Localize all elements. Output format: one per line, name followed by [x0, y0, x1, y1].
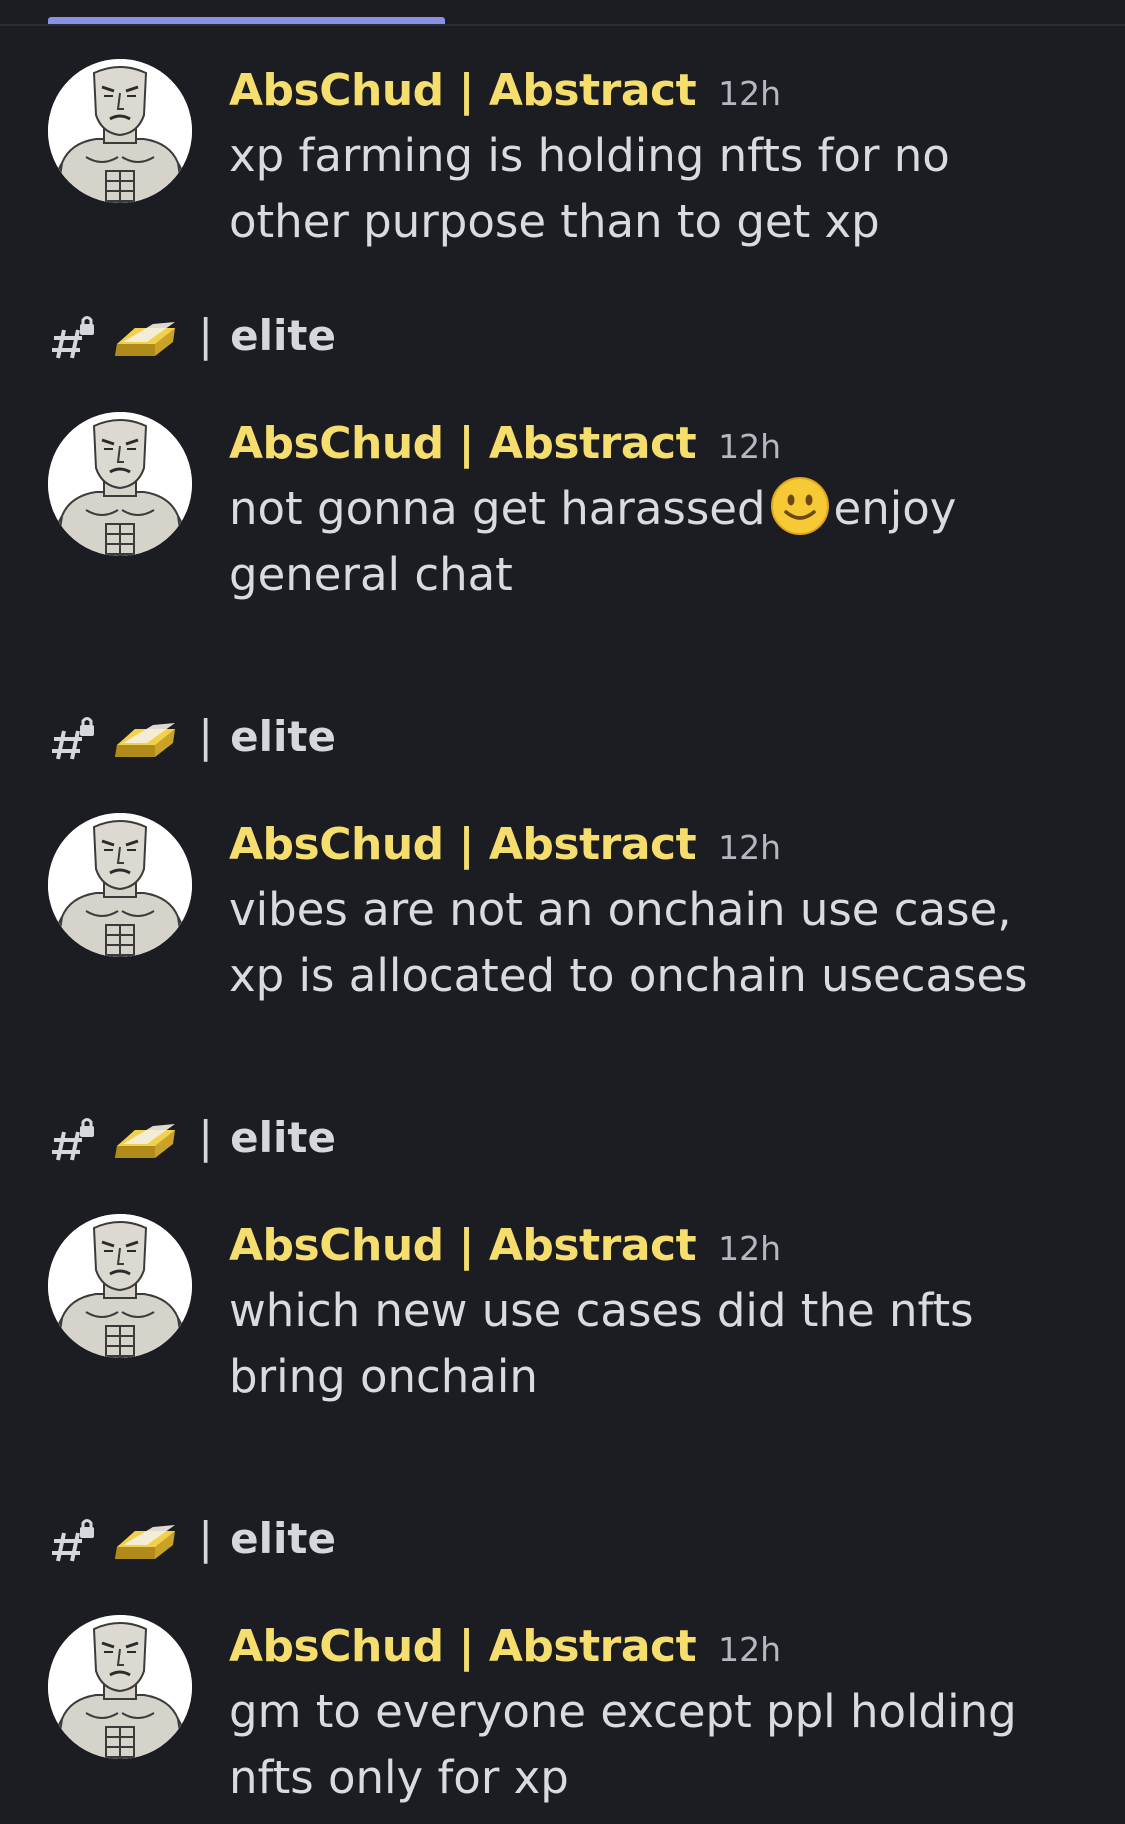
message-item[interactable]: AbsChud | Abstract 12h vibes are not an o… — [0, 813, 1125, 1013]
author-name[interactable]: AbsChud | Abstract — [229, 1621, 697, 1672]
message-text: vibes are not an onchain use case, xp is… — [229, 883, 1028, 1002]
author-name[interactable]: AbsChud | Abstract — [229, 418, 697, 469]
gold-bar-icon — [113, 312, 179, 360]
message-header: AbsChud | Abstract 12h — [229, 1220, 781, 1276]
channel-separator: | — [198, 711, 214, 762]
message-feed[interactable]: AbsChud | Abstract 12h xp farming is hold… — [0, 0, 1125, 1824]
avatar[interactable] — [48, 59, 192, 203]
message-item[interactable]: AbsChud | Abstract 12h which new use case… — [0, 1214, 1125, 1414]
channel-link[interactable]: | elite — [50, 1112, 336, 1172]
message-text: xp farming is holding nfts for no other … — [229, 129, 950, 248]
message-header: AbsChud | Abstract 12h — [229, 1621, 781, 1677]
channel-name: elite — [230, 1113, 336, 1162]
channel-name: elite — [230, 311, 336, 360]
message-timestamp: 12h — [718, 74, 782, 113]
message-timestamp: 12h — [718, 828, 782, 867]
channel-link[interactable]: | elite — [50, 711, 336, 771]
message-header: AbsChud | Abstract 12h — [229, 819, 781, 875]
message-header: AbsChud | Abstract 12h — [229, 418, 781, 474]
channel-name: elite — [230, 712, 336, 761]
message-text: not gonna get harassed enjoy general cha… — [229, 476, 1059, 608]
hash-lock-icon — [50, 312, 98, 360]
hash-lock-icon — [50, 1114, 98, 1162]
gold-bar-icon — [113, 713, 179, 761]
hash-lock-icon — [50, 713, 98, 761]
message-timestamp: 12h — [718, 1229, 782, 1268]
gold-bar-icon — [113, 1515, 179, 1563]
gold-bar-icon — [113, 1114, 179, 1162]
channel-link[interactable]: | elite — [50, 310, 336, 370]
message-item[interactable]: AbsChud | Abstract 12h gm to everyone exc… — [0, 1615, 1125, 1815]
message-item[interactable]: AbsChud | Abstract 12h not gonna get hara… — [0, 412, 1125, 612]
message-header: AbsChud | Abstract 12h — [229, 65, 781, 121]
channel-separator: | — [198, 1513, 214, 1564]
author-name[interactable]: AbsChud | Abstract — [229, 1220, 697, 1271]
author-name[interactable]: AbsChud | Abstract — [229, 819, 697, 870]
message-text-part: not gonna get harassed — [229, 482, 766, 535]
channel-link[interactable]: | elite — [50, 1513, 336, 1573]
message-text: gm to everyone except ppl holding nfts o… — [229, 1685, 1017, 1804]
hash-lock-icon — [50, 1515, 98, 1563]
channel-separator: | — [198, 310, 214, 361]
message-timestamp: 12h — [718, 427, 782, 466]
avatar[interactable] — [48, 813, 192, 957]
channel-name: elite — [230, 1514, 336, 1563]
message-item[interactable]: AbsChud | Abstract 12h xp farming is hold… — [0, 59, 1125, 259]
slightly-smiling-face-emoji — [770, 477, 829, 535]
avatar[interactable] — [48, 1214, 192, 1358]
author-name[interactable]: AbsChud | Abstract — [229, 65, 697, 116]
channel-separator: | — [198, 1112, 214, 1163]
message-text: which new use cases did the nfts bring o… — [229, 1284, 974, 1403]
avatar[interactable] — [48, 1615, 192, 1759]
message-timestamp: 12h — [718, 1630, 782, 1669]
avatar[interactable] — [48, 412, 192, 556]
